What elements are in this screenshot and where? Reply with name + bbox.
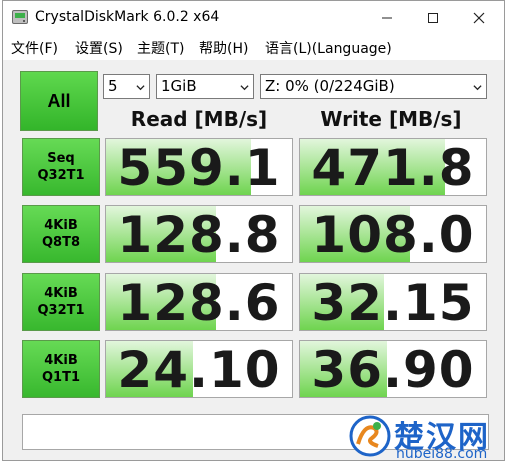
test-label-line2: Q32T1 <box>37 303 85 318</box>
test-label-line1: 4KiB <box>44 218 78 233</box>
read-result-4kib-q8t8: 128.8 <box>105 205 293 263</box>
disk-icon <box>12 10 28 24</box>
4kib-q8t8-button[interactable]: 4KiB Q8T8 <box>22 205 100 263</box>
maximize-icon <box>428 12 438 23</box>
write-value: 471.8 <box>311 139 475 196</box>
test-label-line1: Seq <box>47 151 75 166</box>
read-value: 128.6 <box>117 274 281 331</box>
menu-file[interactable]: 文件(F) <box>11 38 58 58</box>
app-window: CrystalDiskMark 6.0.2 x64 文件(F) 设置(S) 主题… <box>2 0 505 461</box>
test-label-line2: Q8T8 <box>41 235 80 250</box>
window-title: CrystalDiskMark 6.0.2 x64 <box>35 9 220 25</box>
maximize-button[interactable] <box>410 1 456 34</box>
test-size-select[interactable]: 1GiB <box>156 74 254 99</box>
read-result-4kib-q32t1: 128.6 <box>105 273 293 331</box>
watermark-url: hubei88.com <box>396 446 488 462</box>
drive-select[interactable]: Z: 0% (0/224GiB) <box>260 74 487 99</box>
write-result-seq-q32t1: 471.8 <box>299 138 487 196</box>
minimize-icon <box>382 17 392 18</box>
read-value: 559.1 <box>117 139 281 196</box>
read-value: 128.8 <box>117 206 281 263</box>
chevron-down-icon <box>240 85 249 91</box>
watermark-logo: 楚汉网 hubei88.com <box>346 410 506 462</box>
watermark-emblem-icon <box>349 415 391 457</box>
drive-value: Z: 0% (0/224GiB) <box>265 77 395 95</box>
seq-q32t1-button[interactable]: Seq Q32T1 <box>22 138 100 196</box>
all-button[interactable]: All <box>20 71 98 131</box>
test-count-select[interactable]: 5 <box>103 74 150 99</box>
write-value: 36.90 <box>311 341 475 398</box>
test-label-line1: 4KiB <box>44 286 78 301</box>
test-label-line1: 4KiB <box>44 353 78 368</box>
title-bar[interactable]: CrystalDiskMark 6.0.2 x64 <box>3 1 504 34</box>
menu-bar: 文件(F) 设置(S) 主题(T) 帮助(H) 语言(L)(Language) <box>3 34 504 60</box>
test-size-value: 1GiB <box>161 77 197 95</box>
chevron-down-icon <box>473 85 482 91</box>
write-header: Write [MB/s] <box>320 107 462 131</box>
4kib-q32t1-button[interactable]: 4KiB Q32T1 <box>22 273 100 331</box>
menu-help[interactable]: 帮助(H) <box>199 38 248 58</box>
test-label-line2: Q1T1 <box>41 370 80 385</box>
test-label-line2: Q32T1 <box>37 168 85 183</box>
write-value: 32.15 <box>311 274 475 331</box>
read-header: Read [MB/s] <box>130 107 268 131</box>
write-result-4kib-q32t1: 32.15 <box>299 273 487 331</box>
menu-language[interactable]: 语言(L)(Language) <box>265 38 392 58</box>
test-count-value: 5 <box>108 77 118 95</box>
close-button[interactable] <box>456 1 502 34</box>
write-result-4kib-q1t1: 36.90 <box>299 340 487 398</box>
read-result-seq-q32t1: 559.1 <box>105 138 293 196</box>
read-value: 24.10 <box>117 341 281 398</box>
minimize-button[interactable] <box>364 1 410 34</box>
4kib-q1t1-button[interactable]: 4KiB Q1T1 <box>22 340 100 398</box>
read-result-4kib-q1t1: 24.10 <box>105 340 293 398</box>
close-icon <box>473 12 485 23</box>
write-value: 108.0 <box>311 206 475 263</box>
write-result-4kib-q8t8: 108.0 <box>299 205 487 263</box>
menu-theme[interactable]: 主题(T) <box>137 38 184 58</box>
chevron-down-icon <box>136 85 145 91</box>
menu-settings[interactable]: 设置(S) <box>75 38 123 58</box>
